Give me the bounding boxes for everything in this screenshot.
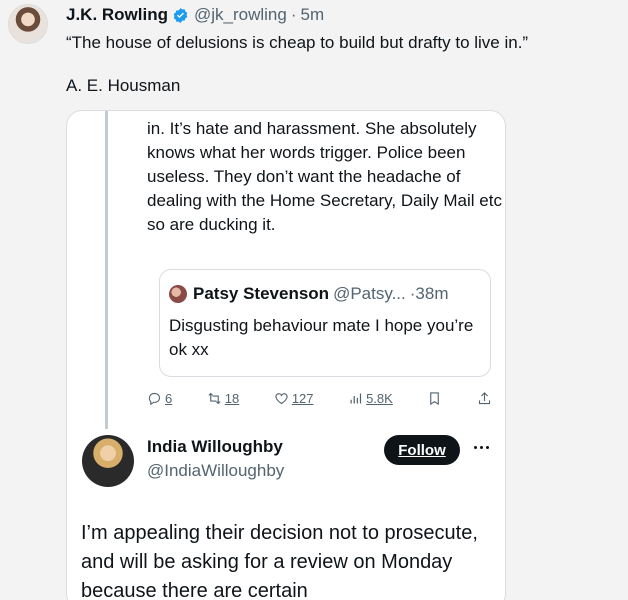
inner-quote-card[interactable]: Patsy Stevenson @Patsy... ·38m Disgustin… bbox=[159, 269, 491, 377]
author-avatar[interactable] bbox=[8, 4, 48, 44]
verified-badge-icon bbox=[172, 7, 189, 24]
embedded-screenshot-card[interactable]: in. It’s hate and harassment. She absolu… bbox=[66, 110, 506, 600]
reply-text: in. It’s hate and harassment. She absolu… bbox=[147, 119, 502, 234]
thread-connector-line bbox=[105, 111, 108, 429]
views-count: 5.8K bbox=[366, 390, 393, 406]
user-tweet-text: I’m appealing their decision not to pros… bbox=[81, 522, 478, 600]
outer-tweet: J.K. Rowling @jk_rowling · 5m “The house… bbox=[0, 0, 628, 600]
views-icon bbox=[350, 393, 362, 403]
reply-count: 6 bbox=[165, 390, 173, 406]
reply-action[interactable]: 6 bbox=[147, 391, 172, 406]
inner-quote-name: Patsy Stevenson bbox=[193, 284, 330, 303]
bookmark-action[interactable] bbox=[427, 391, 442, 406]
tweet-attribution: A. E. Housman bbox=[66, 76, 181, 95]
tweet-time[interactable]: 5m bbox=[301, 5, 325, 25]
like-count: 127 bbox=[291, 390, 314, 406]
separator-dot: · bbox=[290, 5, 297, 24]
tweet-text: “The house of delusions is cheap to buil… bbox=[66, 33, 529, 52]
reply-icon bbox=[148, 392, 161, 405]
inner-quote-text: Disgusting behaviour mate I hope you’re … bbox=[169, 316, 474, 359]
user-name[interactable]: India Willoughby bbox=[147, 437, 283, 457]
retweet-icon bbox=[208, 392, 221, 404]
share-action[interactable] bbox=[477, 391, 492, 406]
retweet-action[interactable]: 18 bbox=[207, 391, 239, 406]
inner-quote-avatar bbox=[169, 285, 187, 303]
inner-quote-time: ·38m bbox=[409, 284, 449, 303]
like-action[interactable]: 127 bbox=[274, 391, 314, 406]
author-name[interactable]: J.K. Rowling bbox=[66, 5, 168, 25]
heart-icon bbox=[275, 392, 288, 404]
user-handle[interactable]: @IndiaWilloughby bbox=[147, 461, 284, 481]
inner-quote-handle: @Patsy... bbox=[333, 284, 406, 303]
tweet-header: J.K. Rowling @jk_rowling · 5m bbox=[66, 5, 324, 25]
follow-button[interactable]: Follow bbox=[384, 435, 460, 465]
inner-quote-header: Patsy Stevenson @Patsy... ·38m bbox=[169, 284, 448, 304]
action-bar: 6 18 127 5.8K bbox=[147, 387, 492, 409]
share-icon bbox=[478, 391, 491, 404]
more-options-icon[interactable] bbox=[471, 437, 491, 457]
retweet-count: 18 bbox=[224, 390, 240, 406]
user-header-row: India Willoughby @IndiaWilloughby Follow bbox=[67, 427, 505, 497]
bookmark-icon bbox=[430, 391, 440, 405]
views-action[interactable]: 5.8K bbox=[348, 391, 393, 406]
user-avatar[interactable] bbox=[82, 435, 134, 487]
author-handle[interactable]: @jk_rowling bbox=[194, 5, 287, 25]
